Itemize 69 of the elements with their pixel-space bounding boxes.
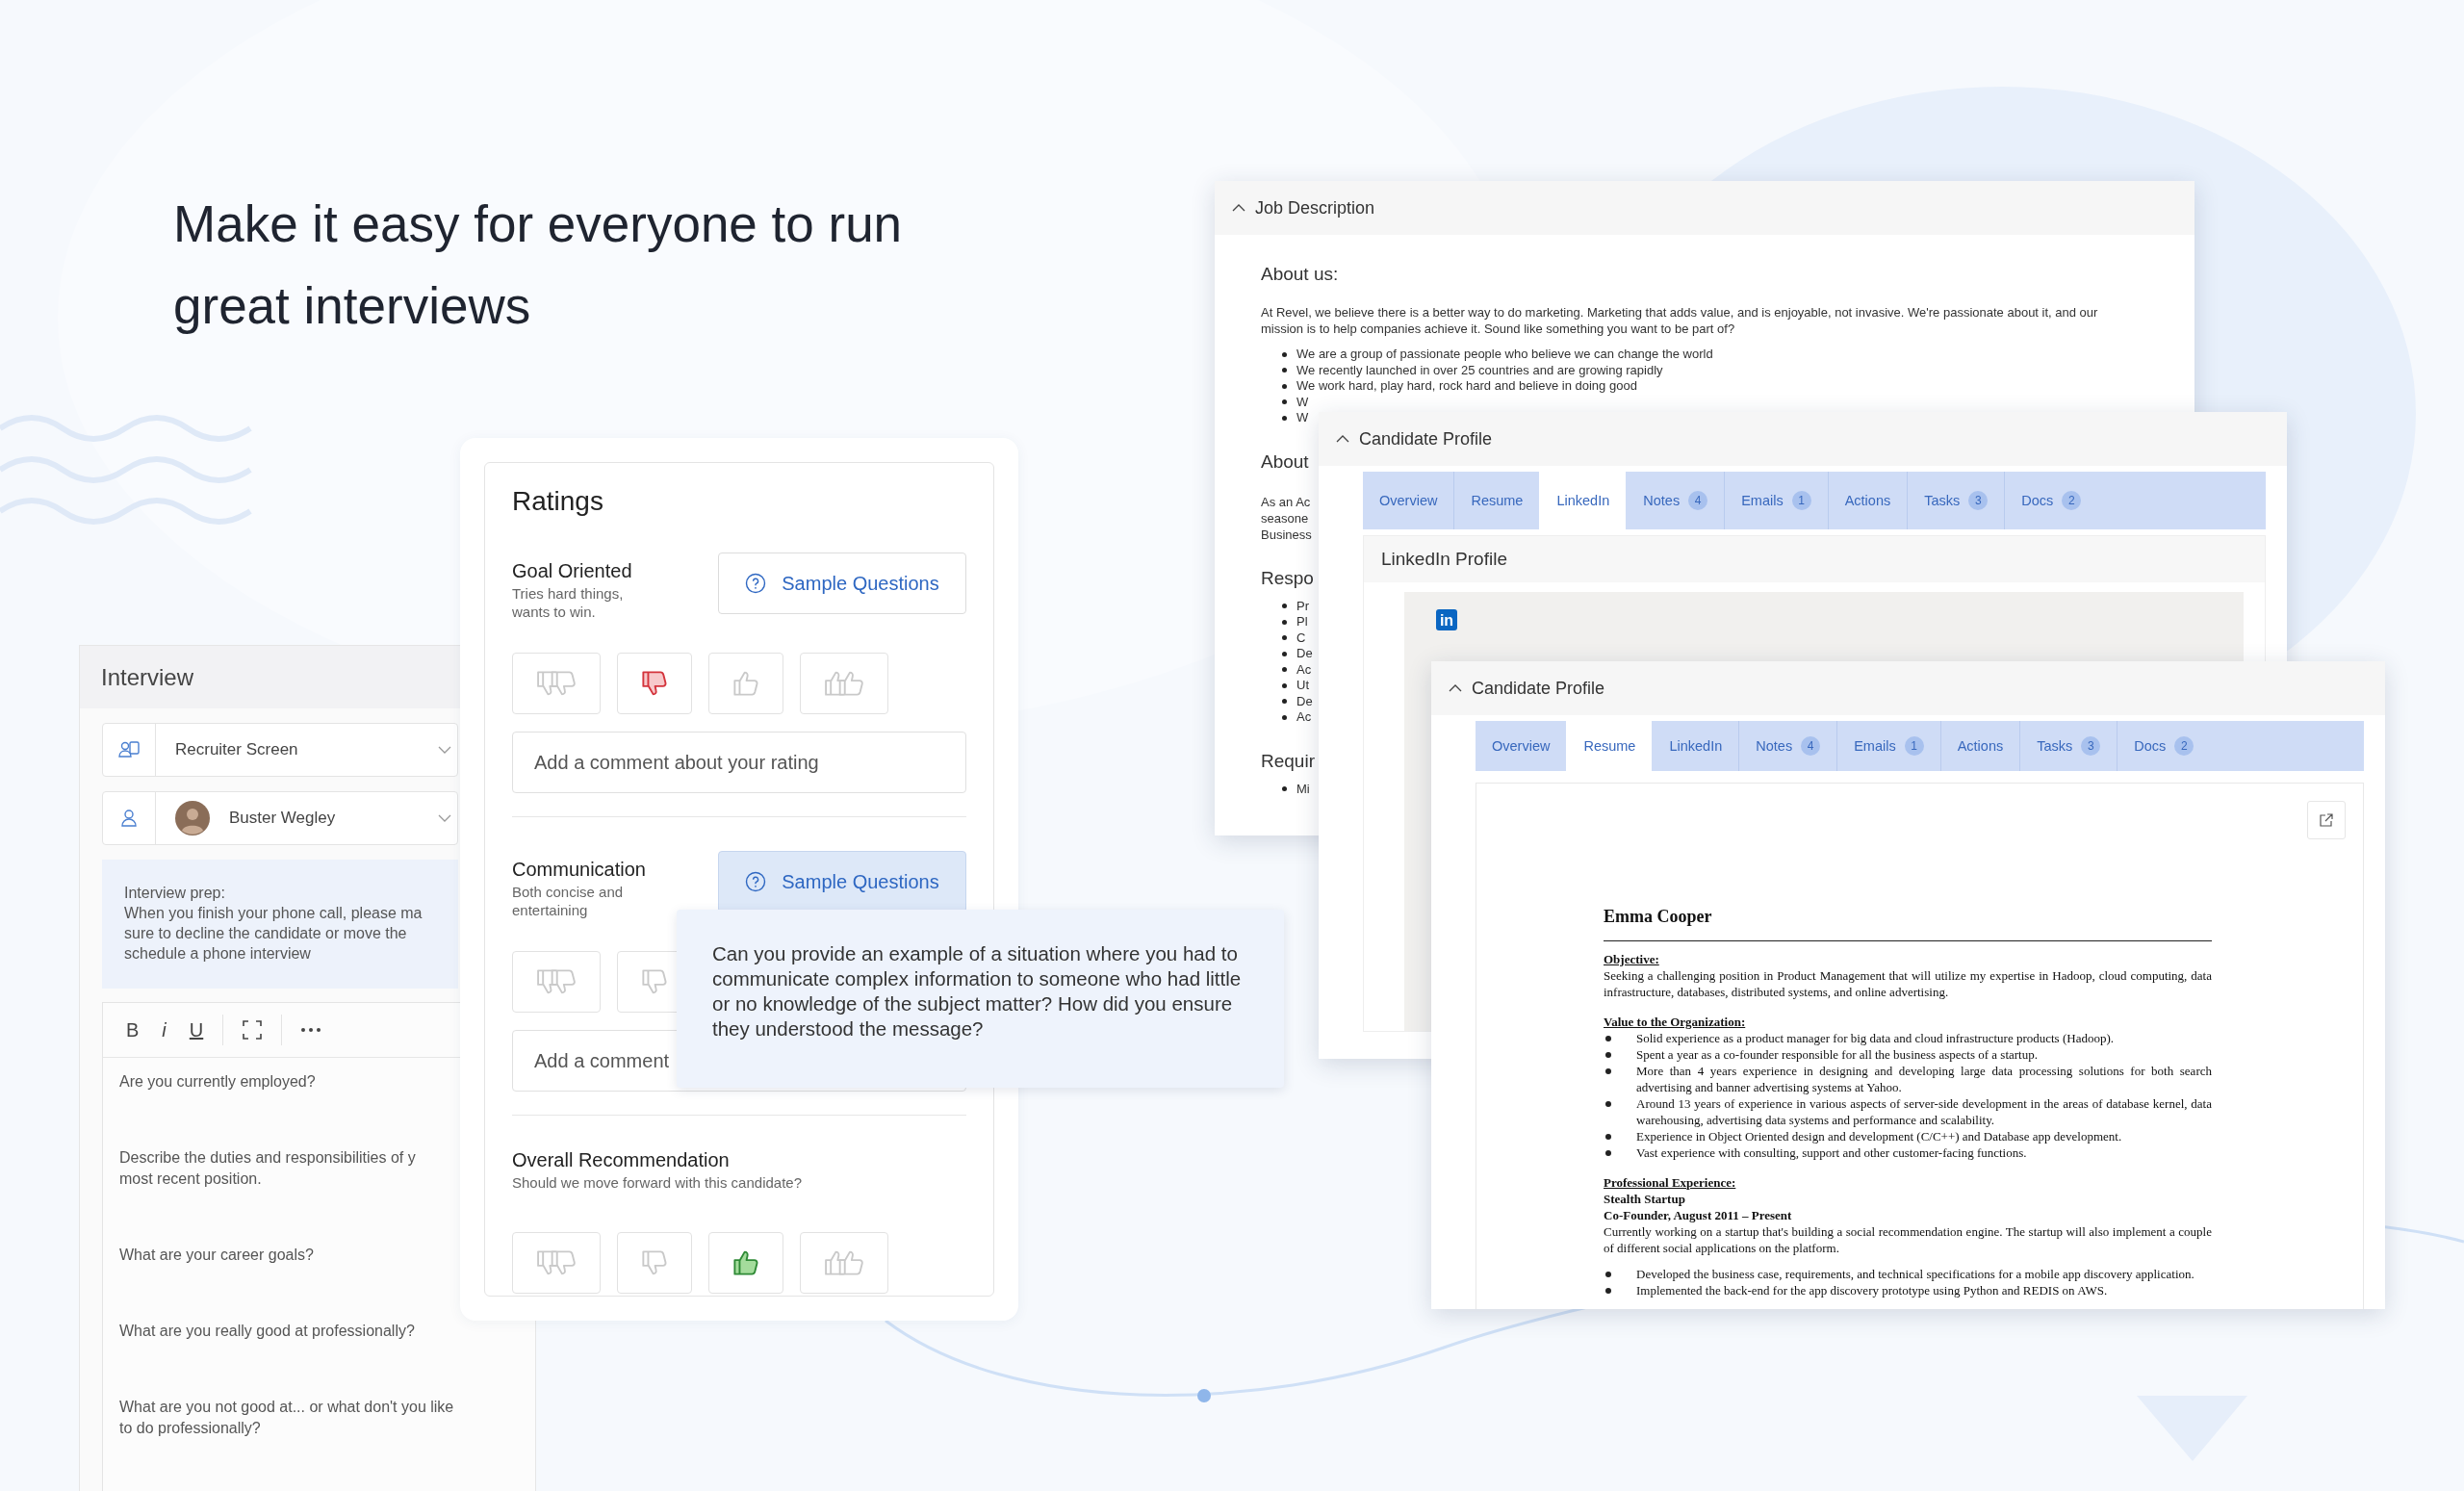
- count-badge: 1: [1791, 491, 1811, 510]
- list-item-text: Ac: [1296, 709, 1312, 726]
- headline: Make it easy for everyone to run great interviews: [173, 194, 904, 336]
- list-item-text: De: [1296, 693, 1313, 709]
- question-text: Describe the duties and responsibilities of y most recent position.: [119, 1148, 416, 1189]
- list-item-text: We are a group of passionate people who believe we can change the world: [1296, 347, 1713, 363]
- resume-bullet: Solid experience as a product manager for big data and cloud infrastructure products (Hadoop).: [1636, 1030, 2115, 1046]
- question-text: What are your career goals?: [119, 1246, 314, 1265]
- list-item-text: We work hard, play hard, rock hard and believe in doing good: [1296, 378, 1637, 395]
- resume-paragraph: Seeking a challenging position in Product Management that will utilize my expertise in Hadoop, cloud computing, data infrastructure, databases, distributed systems, and online advertising.: [1604, 967, 2212, 1000]
- count-badge: 4: [1801, 736, 1821, 756]
- note-text: Interview prep: When you finish your phone call, please ma sure to decline the candidate or move the schedule a phone interview: [124, 884, 423, 964]
- dropdown-value: Recruiter Screen: [175, 740, 298, 759]
- question-text: What are you not good at... or what don't you like to do professionally?: [119, 1398, 454, 1438]
- list-item-text: C: [1296, 630, 1306, 646]
- resume-bullet: Around 13 years of experience in various aspects of server-side development in the areas of database kernel, data warehousing, advertising data systems and performance and scalability.: [1636, 1095, 2212, 1128]
- section-heading: About: [1261, 450, 1309, 473]
- list-item-text: Ut: [1296, 678, 1309, 694]
- resume-bullet: Spent a year as a co-founder responsible for all the business aspects of a startup.: [1636, 1046, 2039, 1063]
- criterion-title: Communication: [512, 859, 647, 881]
- list-item-text: We recently launched in over 25 countries and are growing rapidly: [1296, 362, 1663, 378]
- resume-bullet: Implemented the back-end for the app discovery prototype using Python and REDIS on AWS.: [1636, 1282, 2109, 1298]
- resume-heading: Objective:: [1604, 951, 1660, 967]
- description-text: At Revel, we believe there is a better way to do marketing. Marketing that adds value, and is enjoyable, not invasive. We're passionate about it, and our mission is to help companies achieve it. Sound like something you want to be part of?: [1261, 304, 2099, 337]
- description-line: seasone: [1261, 509, 1309, 527]
- resume-heading: Value to the Organization:: [1604, 1014, 1747, 1030]
- section-heading: Requir: [1261, 750, 1315, 772]
- panel-title: Interview: [101, 663, 194, 691]
- resume-heading: Professional Experience:: [1604, 1174, 1737, 1191]
- section-heading: Respo: [1261, 567, 1314, 589]
- list-item-text: Mi: [1296, 781, 1310, 797]
- count-badge: 2: [2174, 736, 2194, 756]
- criterion-description: Should we move forward with this candidate?: [512, 1173, 803, 1192]
- linkedin-logo: in: [1436, 609, 1457, 630]
- question-text: What are you really good at professionally?: [119, 1322, 415, 1341]
- list-item-text: De: [1296, 646, 1313, 662]
- criterion-title: Overall Recommendation: [512, 1149, 731, 1171]
- list-item-text: W: [1296, 410, 1309, 426]
- resume-subheading: Stealth Startup: [1604, 1191, 1686, 1207]
- section-title: Ratings: [512, 485, 604, 518]
- criterion-description: Tries hard things, wants to win.: [512, 584, 625, 621]
- list-item-text: Ac: [1296, 661, 1312, 678]
- resume-bullet: More than 4 years experience in designing and developing large data processing solutions for both search advertising and banner advertising systems at Yahoo.: [1636, 1063, 2212, 1095]
- description-line: Business: [1261, 526, 1312, 543]
- candidate-name: Emma Cooper: [1604, 907, 1713, 927]
- description-line: As an Ac: [1261, 493, 1311, 510]
- resume-paragraph: Currently working on a startup that's building a social recommendation engine. The startup will also implement a couple of different social applications on the platform.: [1604, 1223, 2212, 1256]
- resume-bullet: Experience in Object Oriented design and development (C/C++) and Database app development.: [1636, 1128, 2123, 1144]
- list-item-text: Pl: [1296, 614, 1308, 630]
- section-title: LinkedIn Profile: [1381, 549, 1507, 570]
- section-heading: About us:: [1261, 264, 1339, 285]
- resume-bullet: Developed the business case, requirements, and technical specifications for a mobile app discovery application.: [1636, 1266, 2195, 1282]
- tooltip-text: Can you provide an example of a situation where you had to communicate complex information to someone who had little or no knowledge of the subject matter? How did you ensure they understood the message?: [712, 941, 1243, 1041]
- count-badge: 3: [1968, 491, 1989, 510]
- resume-bullet: Vast experience with consulting, support and other customer-facing functions.: [1636, 1144, 2028, 1161]
- panel-title: Candidate Profile: [1472, 678, 1605, 699]
- criterion-title: Goal Oriented: [512, 560, 633, 582]
- criterion-description: Both concise and entertaining: [512, 883, 625, 919]
- list-item-text: Pr: [1296, 598, 1309, 614]
- resume-subheading: Co-Founder, August 2011 – Present: [1604, 1207, 1793, 1223]
- count-badge: 3: [2081, 736, 2101, 756]
- panel-title: Job Description: [1255, 197, 1375, 219]
- panel-title: Candidate Profile: [1359, 428, 1493, 450]
- count-badge: 1: [1904, 736, 1924, 756]
- dropdown-value: Buster Wegley: [229, 809, 336, 828]
- count-badge: 2: [2062, 491, 2082, 510]
- list-item-text: W: [1296, 394, 1309, 410]
- question-text: Are you currently employed?: [119, 1072, 316, 1092]
- count-badge: 4: [1688, 491, 1708, 510]
